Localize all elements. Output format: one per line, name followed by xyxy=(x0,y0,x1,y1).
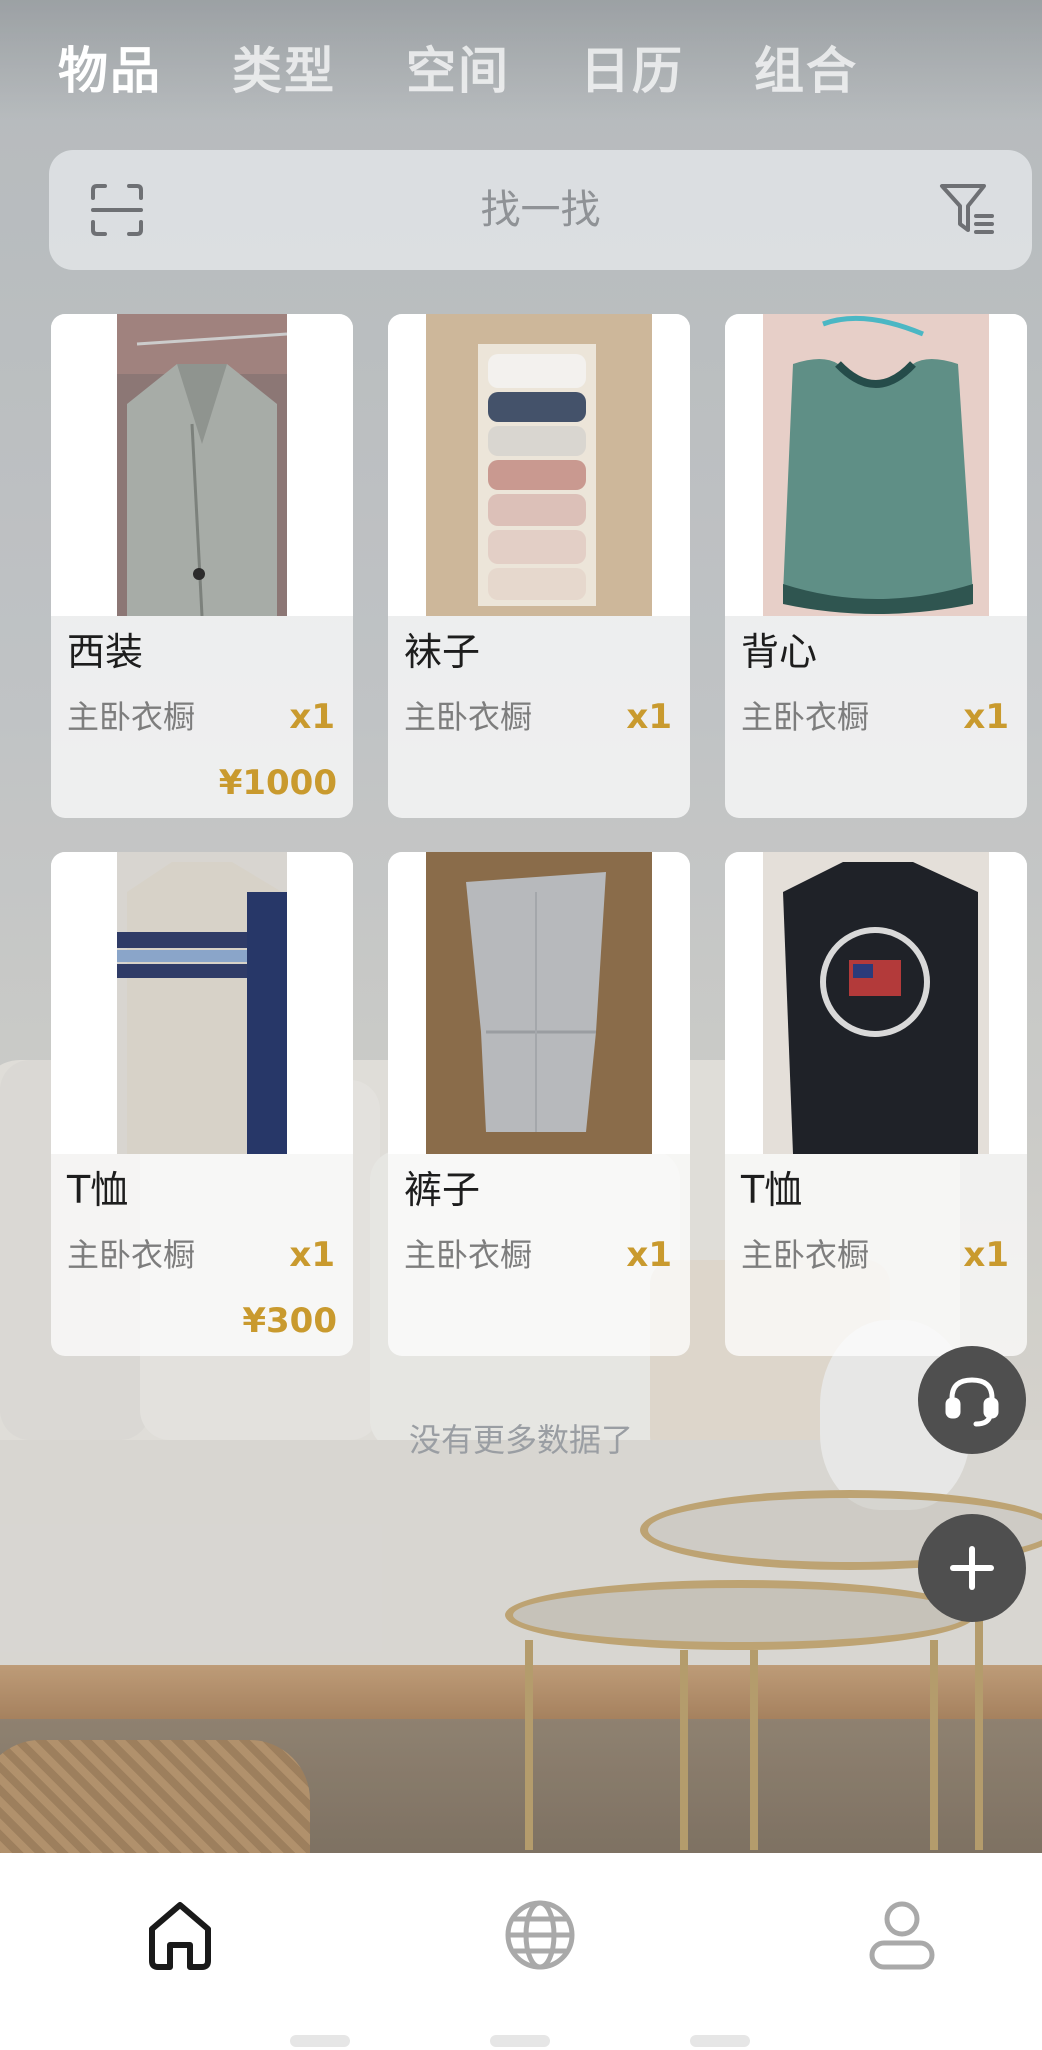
item-price: ¥300 xyxy=(242,1301,337,1341)
item-card[interactable]: 袜子 主卧衣橱 x1 xyxy=(388,314,690,818)
item-price: ¥1000 xyxy=(218,763,337,803)
item-name: T恤 xyxy=(67,1168,129,1212)
folded-socks-box-image xyxy=(426,314,652,616)
list-end-message: 没有更多数据了 xyxy=(408,1421,633,1459)
system-nav-bar xyxy=(290,2035,750,2047)
item-quantity: x1 xyxy=(289,1235,335,1275)
item-location: 主卧衣橱 xyxy=(741,1236,870,1274)
item-name: 袜子 xyxy=(404,630,481,674)
item-location: 主卧衣橱 xyxy=(404,1236,533,1274)
green-tank-top-image xyxy=(763,314,989,616)
plus-icon xyxy=(950,1546,994,1590)
item-location: 主卧衣橱 xyxy=(741,698,870,736)
item-quantity: x1 xyxy=(963,697,1009,737)
item-name: 背心 xyxy=(741,630,818,674)
tab-items[interactable]: 物品 xyxy=(58,36,232,106)
item-quantity: x1 xyxy=(626,1235,672,1275)
item-card[interactable]: 裤子 主卧衣橱 x1 xyxy=(388,852,690,1356)
globe-icon[interactable] xyxy=(502,1897,578,1973)
customer-service-button[interactable] xyxy=(918,1346,1026,1454)
item-photo xyxy=(51,852,353,1154)
item-name: 西装 xyxy=(67,630,144,674)
filter-icon[interactable] xyxy=(938,180,996,238)
item-photo xyxy=(725,314,1027,616)
tab-types[interactable]: 类型 xyxy=(232,36,406,106)
item-name: 裤子 xyxy=(404,1168,481,1212)
item-quantity: x1 xyxy=(626,697,672,737)
gray-suit-jacket-image xyxy=(117,314,287,616)
item-photo xyxy=(725,852,1027,1154)
item-card[interactable]: T恤 主卧衣橱 x1 ¥300 xyxy=(51,852,353,1356)
striped-tshirt-image xyxy=(117,852,287,1154)
item-location: 主卧衣橱 xyxy=(404,698,533,736)
tab-calendar[interactable]: 日历 xyxy=(580,36,754,106)
item-photo xyxy=(51,314,353,616)
item-photo xyxy=(388,314,690,616)
home-icon[interactable] xyxy=(142,1897,218,1973)
gray-pants-image xyxy=(426,852,652,1154)
black-graphic-tshirt-image xyxy=(763,852,989,1154)
add-item-button[interactable] xyxy=(918,1514,1026,1622)
item-quantity: x1 xyxy=(963,1235,1009,1275)
item-photo xyxy=(388,852,690,1154)
tab-combos[interactable]: 组合 xyxy=(754,36,928,106)
item-card[interactable]: 背心 主卧衣橱 x1 xyxy=(725,314,1027,818)
user-icon[interactable] xyxy=(864,1897,940,1973)
item-card[interactable]: 西装 主卧衣橱 x1 ¥1000 xyxy=(51,314,353,818)
item-location: 主卧衣橱 xyxy=(67,698,196,736)
headset-icon xyxy=(945,1377,999,1427)
item-quantity: x1 xyxy=(289,697,335,737)
item-name: T恤 xyxy=(741,1168,803,1212)
search-input[interactable]: 找一找 xyxy=(49,180,1032,240)
search-bar[interactable]: 找一找 xyxy=(49,150,1032,270)
bottom-navigation xyxy=(0,1853,1042,2050)
item-card[interactable]: T恤 主卧衣橱 x1 xyxy=(725,852,1027,1356)
tab-spaces[interactable]: 空间 xyxy=(406,36,580,106)
item-location: 主卧衣橱 xyxy=(67,1236,196,1274)
top-tab-bar: 物品 类型 空间 日历 组合 xyxy=(58,36,928,106)
